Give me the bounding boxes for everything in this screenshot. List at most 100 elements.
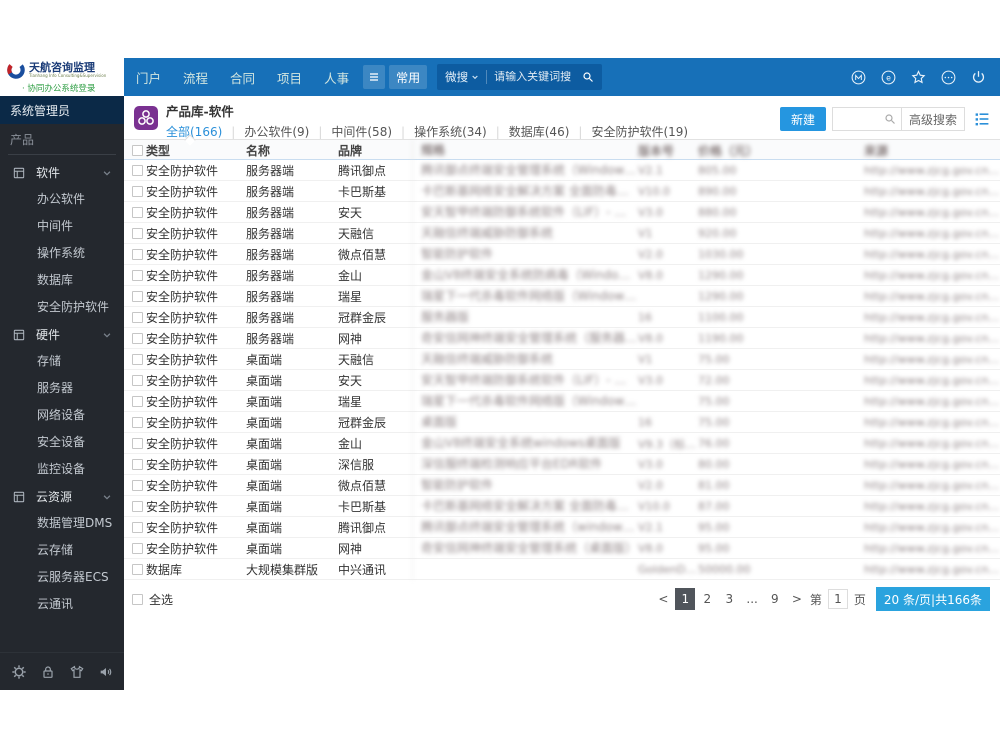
table-row[interactable]: 数据库 大规模集群版 中兴通讯 GoldenData s...50000.00 http…	[124, 559, 1000, 580]
advanced-search-button[interactable]: 高级搜索	[900, 108, 964, 130]
row-checkbox[interactable]	[132, 459, 143, 470]
tab[interactable]: 全部(166)	[166, 123, 222, 140]
pinned-tab-changyong[interactable]: 常用	[389, 65, 428, 89]
table-row[interactable]: 安全防护软件 服务器端 微点佰慧 智能防护软件 V2.0 1030.00 http://ww…	[124, 244, 1000, 265]
sidebar-group[interactable]: 硬件	[0, 321, 124, 348]
theme-shirt-icon[interactable]	[69, 664, 85, 680]
table-row[interactable]: 安全防护软件 桌面端 腾讯御点 腾讯御点终端安全管理系统（windows版）V2.1V…	[124, 517, 1000, 538]
row-checkbox[interactable]	[132, 564, 143, 575]
table-row[interactable]: 安全防护软件 服务器端 网神 奇安信网神终端安全管理系统（服务器版） V8.0 1190.…	[124, 328, 1000, 349]
row-checkbox[interactable]	[132, 543, 143, 554]
tab[interactable]: 办公软件(9)	[244, 123, 309, 140]
row-checkbox[interactable]	[132, 354, 143, 365]
sidebar-item[interactable]: 服务器	[0, 375, 124, 402]
new-button[interactable]: 新建	[779, 107, 826, 131]
table-row[interactable]: 安全防护软件 服务器端 安天 安天智甲终端防御系统软件（LIF）- 本地升级版本V3.…	[124, 202, 1000, 223]
page-number-button[interactable]: 1	[675, 588, 696, 610]
page-number-button[interactable]: 3	[719, 588, 739, 610]
row-checkbox[interactable]	[132, 207, 143, 218]
sidebar-item[interactable]: 安全防护软件	[0, 294, 124, 321]
nav-item[interactable]: 流程	[179, 68, 212, 87]
page-ellipsis[interactable]: ...	[741, 588, 762, 610]
sidebar-group[interactable]: 云资源	[0, 483, 124, 510]
row-checkbox[interactable]	[132, 417, 143, 428]
row-checkbox[interactable]	[132, 249, 143, 260]
tab[interactable]: 安全防护软件(19)	[591, 123, 688, 140]
table-row[interactable]: 安全防护软件 桌面端 天融信 天融信终端威胁防御系统 V1 75.00 http://www…	[124, 349, 1000, 370]
row-checkbox[interactable]	[132, 270, 143, 281]
search-scope-dropdown[interactable]: 微搜	[445, 69, 468, 85]
table-row[interactable]: 安全防护软件 服务器端 卡巴斯基 卡巴斯基网络安全解决方案 全面防毒版（针对服务器 K…	[124, 181, 1000, 202]
row-checkbox[interactable]	[132, 228, 143, 239]
power-logout-icon[interactable]	[970, 69, 987, 86]
row-checkbox[interactable]	[132, 291, 143, 302]
table-row[interactable]: 安全防护软件 服务器端 金山 金山V8终端安全系统防病毒（Windows服务器版）V8…	[124, 265, 1000, 286]
page-prev-button[interactable]: <	[653, 588, 673, 610]
table-row[interactable]: 安全防护软件 服务器端 瑞星 瑞星下一代杀毒软件网络版（Windows版）标准版 129…	[124, 286, 1000, 307]
page-number-button[interactable]: 2	[697, 588, 717, 610]
sidebar-item[interactable]: 存储	[0, 348, 124, 375]
table-row[interactable]: 安全防护软件 桌面端 安天 安天智甲终端防御系统软件（LIF）- 本地升级版本V3.0…	[124, 370, 1000, 391]
page-jump-input[interactable]: 1	[827, 589, 848, 609]
row-checkbox[interactable]	[132, 165, 143, 176]
sidebar-item[interactable]: 中间件	[0, 213, 124, 240]
row-checkbox[interactable]	[132, 438, 143, 449]
sidebar-item[interactable]: 监控设备	[0, 456, 124, 483]
row-checkbox[interactable]	[132, 312, 143, 323]
table-row[interactable]: 安全防护软件 桌面端 深信服 深信服终端检测响应平台EDR软件 V3.0 80.00 htt…	[124, 454, 1000, 475]
gear-icon[interactable]	[11, 664, 27, 680]
sidebar-item[interactable]: 数据库	[0, 267, 124, 294]
nav-item[interactable]: 项目	[273, 68, 306, 87]
row-checkbox[interactable]	[132, 396, 143, 407]
tab[interactable]: 中间件(58)	[331, 123, 392, 140]
table-row[interactable]: 安全防护软件 桌面端 微点佰慧 智能防护软件 V2.0 81.00 http://www.z…	[124, 475, 1000, 496]
page-size-summary-button[interactable]: 20 条/页|共166条	[875, 587, 990, 611]
table-row[interactable]: 安全防护软件 桌面端 卡巴斯基 卡巴斯基网络安全解决方案 全面防毒版（针对桌面 KES…	[124, 496, 1000, 517]
table-row[interactable]: 安全防护软件 桌面端 金山 金山V8终端安全系统windows桌面版V9.3（标准版）…	[124, 433, 1000, 454]
select-all-checkbox[interactable]	[132, 593, 143, 605]
table-row[interactable]: 安全防护软件 桌面端 冠群金辰 桌面版 16 75.00 http://www.zjcg.g…	[124, 412, 1000, 433]
tab[interactable]: 操作系统(34)	[414, 123, 487, 140]
cell-version-blurred: V1	[638, 353, 653, 366]
row-checkbox[interactable]	[132, 375, 143, 386]
search-icon[interactable]	[884, 113, 896, 125]
oa-login-link[interactable]: · 协同办公系统登录	[22, 82, 120, 94]
search-icon[interactable]	[582, 71, 594, 83]
sidebar-item[interactable]: 云存储	[0, 537, 124, 564]
im-message-icon[interactable]	[850, 69, 867, 86]
table-row[interactable]: 安全防护软件 服务器端 腾讯御点 腾讯御点终端安全管理系统（Windows版） V2.1…	[124, 160, 1000, 181]
row-checkbox[interactable]	[132, 186, 143, 197]
sidebar-item[interactable]: 数据管理DMS	[0, 510, 124, 537]
sound-icon[interactable]	[98, 664, 114, 680]
table-search-input[interactable]	[832, 108, 879, 130]
sidebar-group[interactable]: 软件	[0, 159, 124, 186]
row-checkbox[interactable]	[132, 522, 143, 533]
nav-item[interactable]: 门户	[132, 68, 165, 87]
row-checkbox[interactable]	[132, 333, 143, 344]
tab[interactable]: 数据库(46)	[509, 123, 570, 140]
nav-item[interactable]: 人事	[320, 68, 353, 87]
row-checkbox[interactable]	[132, 480, 143, 491]
sidebar-item[interactable]: 安全设备	[0, 429, 124, 456]
page-number-button[interactable]: 9	[765, 588, 785, 610]
list-view-icon[interactable]	[974, 111, 990, 127]
select-all-header-checkbox[interactable]	[132, 144, 143, 156]
table-row[interactable]: 安全防护软件 桌面端 网神 奇安信网神终端安全管理系统（桌面版） V8.0 95.00 ht…	[124, 538, 1000, 559]
table-row[interactable]: 安全防护软件 桌面端 瑞星 瑞星下一代杀毒软件网络版（Windows版）桌面版 75.0…	[124, 391, 1000, 412]
table-row[interactable]: 安全防护软件 服务器端 冠群金辰 服务器版 16 1100.00 http://www.zj…	[124, 307, 1000, 328]
apps-menu-button[interactable]	[363, 65, 386, 89]
sidebar-item[interactable]: 云通讯	[0, 591, 124, 618]
sidebar-item[interactable]: 云服务器ECS	[0, 564, 124, 591]
row-checkbox[interactable]	[132, 501, 143, 512]
more-options-icon[interactable]	[940, 69, 957, 86]
lock-icon[interactable]	[40, 664, 56, 680]
sidebar-item[interactable]: 操作系统	[0, 240, 124, 267]
sidebar-item[interactable]: 办公软件	[0, 186, 124, 213]
favorites-star-icon[interactable]	[910, 69, 927, 86]
page-next-button[interactable]: >	[787, 588, 807, 610]
global-search-input[interactable]	[494, 71, 583, 83]
email-icon[interactable]: e	[880, 69, 897, 86]
table-row[interactable]: 安全防护软件 服务器端 天融信 天融信终端威胁防御系统 V1 920.00 http://w…	[124, 223, 1000, 244]
nav-item[interactable]: 合同	[226, 68, 259, 87]
sidebar-item[interactable]: 网络设备	[0, 402, 124, 429]
